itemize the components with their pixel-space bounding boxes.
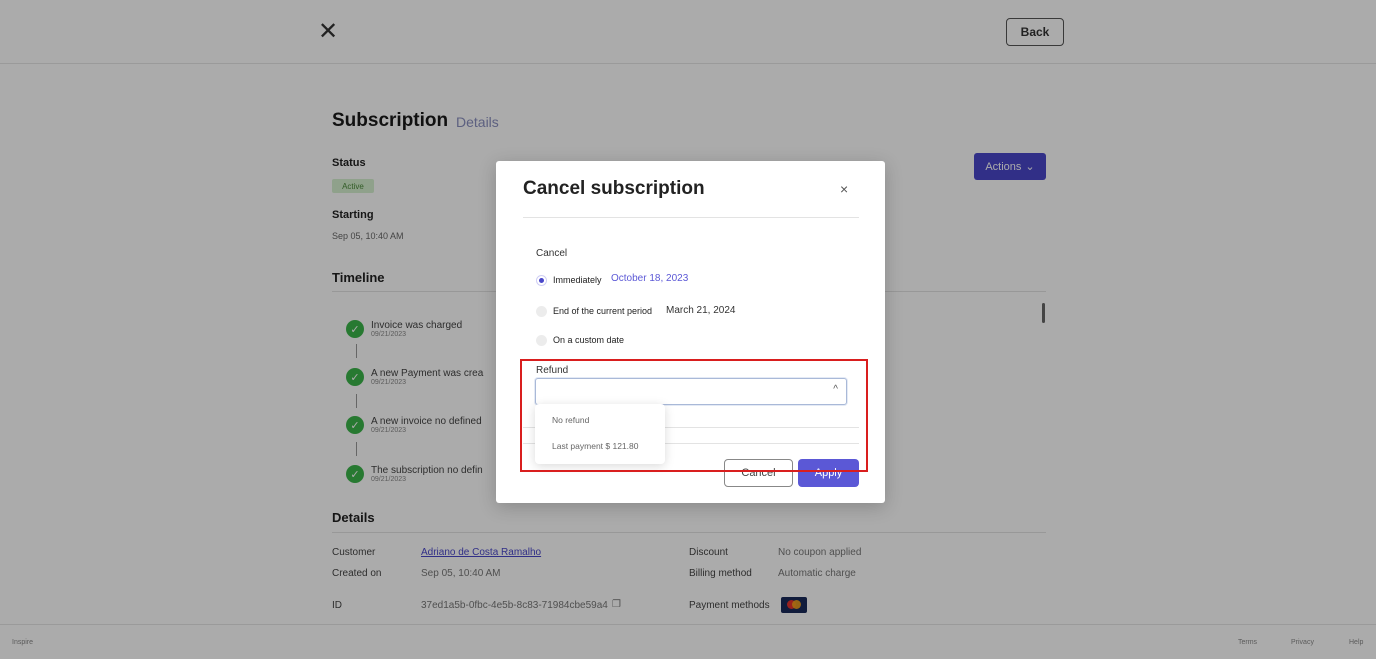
cancel-button[interactable]: Cancel [724,459,793,487]
radio-immediately[interactable] [536,275,547,286]
chevron-up-icon: ^ [833,384,838,395]
refund-select[interactable]: ^ [535,378,847,405]
radio-immediately-label[interactable]: Immediately [553,275,602,285]
modal-divider [523,217,859,218]
modal-title: Cancel subscription [523,178,705,199]
apply-button[interactable]: Apply [798,459,859,487]
immediately-date: October 18, 2023 [611,273,689,284]
close-icon[interactable]: × [840,181,848,197]
radio-end-of-period-label[interactable]: End of the current period [553,306,652,316]
end-of-period-date: March 21, 2024 [666,305,736,316]
refund-dropdown: No refund Last payment $ 121.80 [535,404,665,464]
refund-option-no-refund[interactable]: No refund [552,415,589,425]
cancel-subscription-modal: Cancel subscription × Cancel Immediately… [496,161,885,503]
refund-option-last-payment[interactable]: Last payment $ 121.80 [552,441,638,451]
refund-label: Refund [536,365,569,376]
cancel-section-label: Cancel [536,248,568,259]
radio-custom-date[interactable] [536,335,547,346]
radio-custom-date-label[interactable]: On a custom date [553,335,624,345]
radio-end-of-period[interactable] [536,306,547,317]
